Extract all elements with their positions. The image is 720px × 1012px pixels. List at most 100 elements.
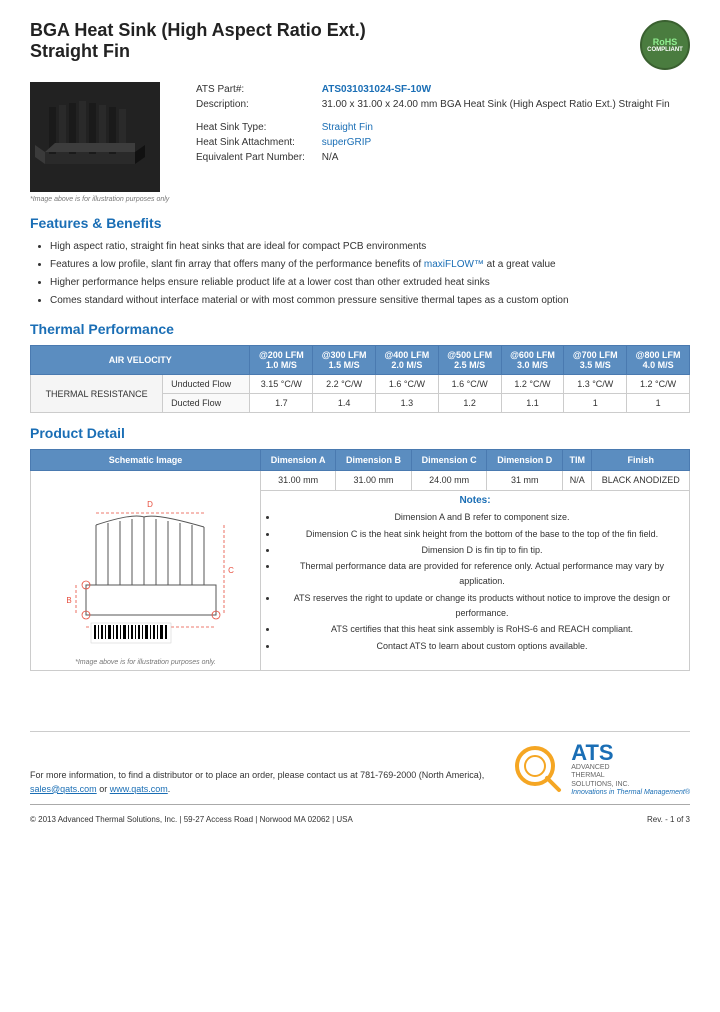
feature-item-4: Comes standard without interface materia… [50,293,690,309]
equiv-part-value: N/A [316,150,690,165]
svg-text:D: D [147,500,153,509]
detail-col-schematic: Schematic Image [31,450,261,471]
unducted-500: 1.6 °C/W [438,375,501,394]
detail-col-dimd: Dimension D [487,450,563,471]
detail-col-dima: Dimension A [261,450,336,471]
features-list: High aspect ratio, straight fin heat sin… [50,239,690,309]
detail-col-dimb: Dimension B [336,450,412,471]
notes-list: Dimension A and B refer to component siz… [278,510,686,654]
title-line1: BGA Heat Sink (High Aspect Ratio Ext.) [30,20,366,41]
attachment-value: superGRIP [316,135,690,150]
notes-header: Notes: [264,495,686,506]
schematic-drawing: A B C D [46,475,246,655]
image-caption: *Image above is for illustration purpose… [30,196,170,203]
note-6: ATS certifies that this heat sink assemb… [278,622,686,637]
ducted-flow-label: Ducted Flow [163,394,250,413]
product-detail-section-title: Product Detail [30,425,690,441]
unducted-700: 1.3 °C/W [564,375,627,394]
rohs-compliant: COMPLIANT [647,47,683,53]
page-header: BGA Heat Sink (High Aspect Ratio Ext.) S… [30,20,690,70]
ducted-600: 1.1 [501,394,564,413]
unducted-flow-label: Unducted Flow [163,375,250,394]
product-info-section: *Image above is for illustration purpose… [30,82,690,203]
product-image [30,82,160,192]
svg-text:B: B [66,596,71,605]
unducted-400: 1.6 °C/W [376,375,439,394]
thermal-section-title: Thermal Performance [30,321,690,337]
schematic-caption: *Image above is for illustration purpose… [34,659,257,666]
finish-value: BLACK ANODIZED [592,471,690,491]
ducted-300: 1.4 [313,394,376,413]
col-200lfm: @200 LFM 1.0 M/S [250,346,313,375]
specs-table: ATS Part#: ATS031031024-SF-10W Descripti… [190,82,690,165]
footer-contact-text: For more information, to find a distribu… [30,769,490,796]
col-800lfm: @800 LFM 4.0 M/S [627,346,690,375]
col-700lfm: @700 LFM 3.5 M/S [564,346,627,375]
feature-item-1: High aspect ratio, straight fin heat sin… [50,239,690,255]
detail-col-finish: Finish [592,450,690,471]
dim-a-value: 31.00 mm [261,471,336,491]
unducted-800: 1.2 °C/W [627,375,690,394]
thermal-performance-table: AIR VELOCITY @200 LFM 1.0 M/S @300 LFM 1… [30,345,690,413]
ats-logo: ATS ADVANCED THERMAL SOLUTIONS, INC. Inn… [513,742,690,796]
note-3: Dimension D is fin tip to fin tip. [278,543,686,558]
ducted-500: 1.2 [438,394,501,413]
ats-tagline: Innovations in Thermal Management® [571,789,690,796]
page-number: Rev. - 1 of 3 [647,815,690,824]
footer: For more information, to find a distribu… [30,731,690,796]
product-image-box: *Image above is for illustration purpose… [30,82,170,203]
unducted-300: 2.2 °C/W [313,375,376,394]
copyright-text: © 2013 Advanced Thermal Solutions, Inc. … [30,815,353,824]
tim-value: N/A [563,471,592,491]
note-5: ATS reserves the right to update or chan… [278,591,686,622]
title-line2: Straight Fin [30,41,366,62]
equiv-part-label: Equivalent Part Number: [190,150,316,165]
ats-company-name: ADVANCED THERMAL SOLUTIONS, INC. [571,764,690,789]
feature-item-2: Features a low profile, slant fin array … [50,257,690,273]
product-detail-table: Schematic Image Dimension A Dimension B … [30,449,690,671]
part-label: ATS Part#: [190,82,316,97]
air-velocity-header: AIR VELOCITY [31,346,250,375]
footer-left: For more information, to find a distribu… [30,769,490,796]
thermal-resistance-label: THERMAL RESISTANCE [31,375,163,413]
detail-col-tim: TIM [563,450,592,471]
part-value: ATS031031024-SF-10W [316,82,690,97]
description-value: 31.00 x 31.00 x 24.00 mm BGA Heat Sink (… [316,97,690,112]
heat-sink-illustration [35,87,155,187]
rohs-text: RoHS [653,37,678,47]
unducted-600: 1.2 °C/W [501,375,564,394]
heatsink-type-label: Heat Sink Type: [190,120,316,135]
ducted-800: 1 [627,394,690,413]
footer-email-link[interactable]: sales@qats.com [30,784,97,794]
ats-text-block: ATS ADVANCED THERMAL SOLUTIONS, INC. Inn… [571,742,690,796]
note-4: Thermal performance data are provided fo… [278,559,686,590]
heatsink-type-value: Straight Fin [316,120,690,135]
ducted-400: 1.3 [376,394,439,413]
ats-q-logo [513,744,563,794]
dim-b-value: 31.00 mm [336,471,412,491]
col-300lfm: @300 LFM 1.5 M/S [313,346,376,375]
col-400lfm: @400 LFM 2.0 M/S [376,346,439,375]
note-1: Dimension A and B refer to component siz… [278,510,686,525]
product-specs: ATS Part#: ATS031031024-SF-10W Descripti… [190,82,690,203]
product-title: BGA Heat Sink (High Aspect Ratio Ext.) S… [30,20,366,62]
notes-cell: Notes: Dimension A and B refer to compon… [261,491,690,671]
dim-d-value: 31 mm [487,471,563,491]
footer-website-link[interactable]: www.qats.com [110,784,168,794]
attachment-label: Heat Sink Attachment: [190,135,316,150]
col-600lfm: @600 LFM 3.0 M/S [501,346,564,375]
unducted-200: 3.15 °C/W [250,375,313,394]
detail-col-dimc: Dimension C [411,450,487,471]
col-500lfm: @500 LFM 2.5 M/S [438,346,501,375]
description-label: Description: [190,97,316,112]
ducted-200: 1.7 [250,394,313,413]
features-section-title: Features & Benefits [30,215,690,231]
svg-text:C: C [228,566,234,575]
schematic-image-cell: A B C D [31,471,261,671]
copyright-section: © 2013 Advanced Thermal Solutions, Inc. … [30,804,690,824]
ats-acronym: ATS [571,742,690,764]
dim-c-value: 24.00 mm [411,471,487,491]
rohs-badge: RoHS COMPLIANT [640,20,690,70]
ducted-700: 1 [564,394,627,413]
note-2: Dimension C is the heat sink height from… [278,527,686,542]
